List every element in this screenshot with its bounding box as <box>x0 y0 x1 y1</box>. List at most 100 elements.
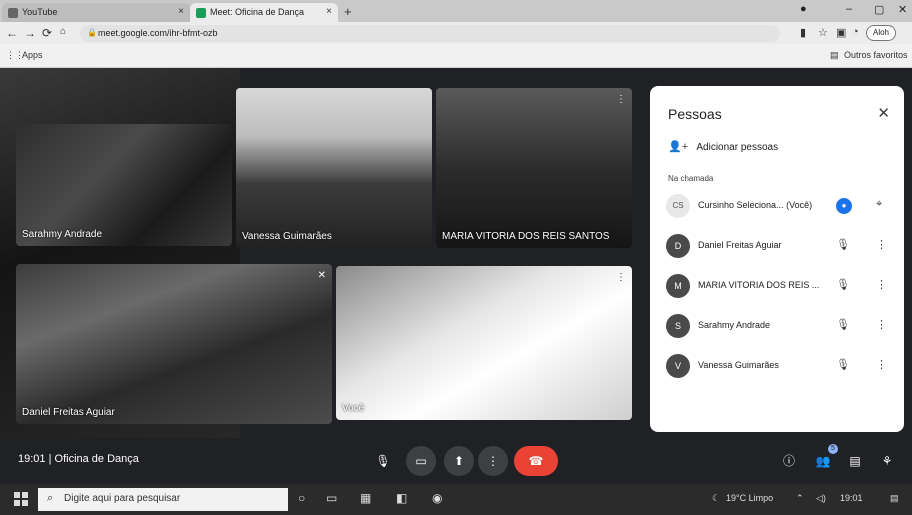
participant-name: MARIA VITORIA DOS REIS ... <box>698 280 820 290</box>
participant-row[interactable]: CS Cursinho Seleciona... (Você) ● ⌖ <box>662 190 898 222</box>
extension-icon[interactable]: ▣ <box>836 26 846 39</box>
participant-row[interactable]: S Sarahmy Andrade 🎙 ⋮ <box>662 310 898 342</box>
cortana-icon[interactable]: ○ <box>298 491 305 505</box>
more-options-icon[interactable]: ⋮ <box>876 318 887 331</box>
youtube-favicon-icon <box>8 8 18 18</box>
meeting-info: 19:01 | Oficina de Dança <box>18 453 139 465</box>
new-tab-icon[interactable]: + <box>344 4 352 19</box>
home-icon[interactable]: ⌂ <box>60 26 66 37</box>
notifications-icon[interactable]: ▤ <box>890 493 899 504</box>
avatar: CS <box>666 194 690 218</box>
participant-name: Sarahmy Andrade <box>22 229 103 240</box>
task-view-icon[interactable]: ▭ <box>326 491 337 505</box>
camera-icon[interactable]: ▮ <box>800 26 806 39</box>
participant-name: MARIA VITORIA DOS REIS SANTOS <box>442 231 610 242</box>
participant-row[interactable]: D Daniel Freitas Aguiar 🎙 ⋮ <box>662 230 898 262</box>
chrome-icon[interactable]: ◉ <box>432 491 442 505</box>
close-tab-icon[interactable]: × <box>326 6 332 17</box>
profile-pill[interactable]: Aloh <box>866 25 896 41</box>
muted-mic-icon: 🎙 <box>836 319 850 331</box>
record-icon: ● <box>800 3 807 15</box>
video-tile[interactable]: ✕ Daniel Freitas Aguiar <box>16 264 332 424</box>
muted-mic-icon: 🎙 <box>836 279 850 291</box>
store-icon[interactable]: ◧ <box>396 491 407 505</box>
browser-toolbar: ← → ⟳ ⌂ 🔒 meet.google.com/ihr-bfmt-ozb ▮… <box>0 22 912 44</box>
chat-icon[interactable]: ▤ <box>840 446 870 476</box>
people-panel: Pessoas ✕ 👤+ Adicionar pessoas Na chamad… <box>650 86 904 432</box>
bookmark-other[interactable]: Outros favoritos <box>844 50 908 60</box>
weather-text: 19°C Limpo <box>726 493 774 503</box>
speaking-icon: ● <box>836 198 852 214</box>
tab-label: YouTube <box>22 7 58 17</box>
more-options-icon[interactable]: ⋮ <box>876 358 887 371</box>
address-bar[interactable]: 🔒 meet.google.com/ihr-bfmt-ozb <box>80 25 780 42</box>
star-icon[interactable]: ☆ <box>818 26 828 39</box>
avatar: D <box>666 234 690 258</box>
more-options-icon[interactable]: ⋮ <box>876 238 887 251</box>
participant-row[interactable]: V Vanessa Guimarães 🎙 ⋮ <box>662 350 898 382</box>
back-icon[interactable]: ← <box>6 26 18 40</box>
more-options-icon[interactable]: ⋮ <box>478 446 508 476</box>
end-call-button[interactable]: ☎ <box>514 446 558 476</box>
add-people-button[interactable]: 👤+ Adicionar pessoas <box>668 140 778 153</box>
people-icon[interactable]: 👥 5 <box>808 444 838 476</box>
avatar: V <box>666 354 690 378</box>
browser-tab-bar: YouTube × Meet: Oficina de Dança × + ● –… <box>0 0 912 22</box>
meet-area: Sarahmy Andrade Vanessa Guimarães ⋮ MARI… <box>0 68 912 484</box>
section-label: Na chamada <box>668 174 714 183</box>
tab-youtube[interactable]: YouTube × <box>2 3 190 22</box>
video-tile[interactable]: Vanessa Guimarães <box>236 88 432 248</box>
taskbar-clock: 19:01 <box>840 493 863 503</box>
network-icon: ⌃ <box>796 493 804 503</box>
participant-name: Vanessa Guimarães <box>242 231 332 242</box>
add-people-label: Adicionar pessoas <box>696 142 779 153</box>
close-window-icon[interactable]: ✕ <box>898 3 907 16</box>
screen: YouTube × Meet: Oficina de Dança × + ● –… <box>0 0 912 515</box>
forward-icon[interactable]: → <box>24 26 36 40</box>
add-person-icon: 👤+ <box>668 141 689 153</box>
maximize-icon[interactable]: ▢ <box>874 3 884 16</box>
avatar: M <box>666 274 690 298</box>
participant-row[interactable]: M MARIA VITORIA DOS REIS ... 🎙 ⋮ <box>662 270 898 302</box>
muted-mic-icon: ✕ <box>317 270 326 281</box>
close-tab-icon[interactable]: × <box>178 6 184 17</box>
participant-name: Cursinho Seleciona... (Você) <box>698 200 813 210</box>
present-screen-icon[interactable]: ⬆ <box>444 446 474 476</box>
activities-icon[interactable]: ⚘ <box>872 446 902 476</box>
address-text: meet.google.com/ihr-bfmt-ozb <box>98 28 218 38</box>
more-options-icon[interactable]: ⋮ <box>876 278 887 291</box>
tab-meet[interactable]: Meet: Oficina de Dança × <box>190 3 338 22</box>
meet-control-bar: 19:01 | Oficina de Dança 🎙 ▭ ⬆ ⋮ ☎ ⓘ 👥 5 … <box>0 438 912 484</box>
minimize-icon[interactable]: – <box>846 3 852 15</box>
info-icon[interactable]: ⓘ <box>774 446 804 476</box>
more-options-icon[interactable]: ⋮ <box>616 272 626 283</box>
bookmarks-bar: ⋮⋮ Apps ▤ Outros favoritos <box>0 44 912 68</box>
participant-name: Daniel Freitas Aguiar <box>22 407 115 418</box>
video-tile[interactable]: Sarahmy Andrade <box>16 124 232 246</box>
volume-icon: ◁) <box>816 493 826 503</box>
muted-mic-icon: 🎙 <box>836 359 850 371</box>
pin-icon[interactable]: ⌖ <box>876 198 882 211</box>
lock-icon: 🔒 <box>87 28 97 37</box>
windows-start-icon[interactable] <box>14 492 28 506</box>
video-tile[interactable]: ⋮ MARIA VITORIA DOS REIS SANTOS <box>436 88 632 248</box>
mic-icon[interactable]: 🎙 <box>368 446 398 476</box>
profile-icon[interactable]: ◔ <box>852 26 859 38</box>
bookmark-apps[interactable]: Apps <box>22 50 43 60</box>
taskbar-search[interactable]: ⌕ Digite aqui para pesquisar <box>38 488 288 511</box>
participant-name: Vanessa Guimarães <box>698 360 779 370</box>
reload-icon[interactable]: ⟳ <box>42 26 52 40</box>
windows-taskbar: ⌕ Digite aqui para pesquisar ○ ▭ ▦ ◧ ◉ ☾… <box>0 484 912 515</box>
participant-name: Você <box>342 403 365 414</box>
avatar: S <box>666 314 690 338</box>
camera-icon[interactable]: ▭ <box>406 446 436 476</box>
weather-icon: ☾ <box>712 493 721 503</box>
participant-name: Sarahmy Andrade <box>698 320 771 330</box>
people-count-badge: 5 <box>828 444 838 454</box>
file-explorer-icon[interactable]: ▦ <box>360 491 371 505</box>
meet-favicon-icon <box>196 8 206 18</box>
video-tile-self[interactable]: ⋮ Você <box>336 266 632 420</box>
close-icon[interactable]: ✕ <box>877 104 890 122</box>
more-options-icon[interactable]: ⋮ <box>616 94 626 105</box>
panel-title: Pessoas <box>668 106 722 122</box>
